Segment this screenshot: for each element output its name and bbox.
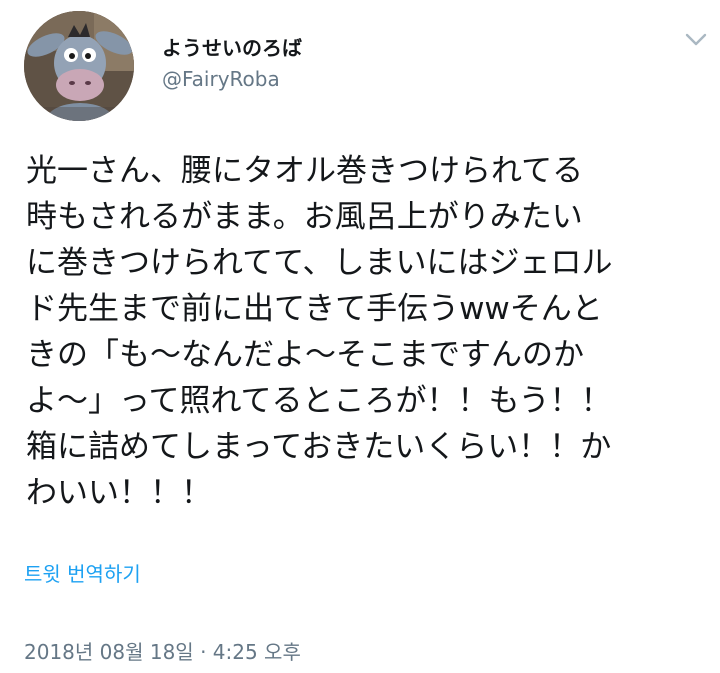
avatar[interactable] bbox=[24, 11, 134, 121]
tweet-text: 光一さん、腰にタオル巻きつけられてる 時もされるがまま。お風呂上がりみたい に巻… bbox=[26, 153, 613, 511]
tweet-header: ようせいのろば @FairyRoba bbox=[0, 0, 720, 130]
translate-tweet-link[interactable]: 트윗 번역하기 bbox=[24, 560, 141, 588]
display-name[interactable]: ようせいのろば bbox=[162, 34, 302, 62]
eeyore-avatar-icon bbox=[24, 11, 134, 121]
user-names: ようせいのろば @FairyRoba bbox=[162, 34, 302, 92]
tweet-card: ようせいのろば @FairyRoba 光一さん、腰にタオル巻きつけられてる 時も… bbox=[0, 0, 720, 673]
user-handle[interactable]: @FairyRoba bbox=[162, 66, 302, 92]
chevron-down-icon bbox=[685, 33, 707, 46]
more-options-button[interactable] bbox=[678, 24, 714, 54]
tweet-timestamp[interactable]: 2018년 08월 18일 · 4:25 오후 bbox=[24, 638, 301, 666]
